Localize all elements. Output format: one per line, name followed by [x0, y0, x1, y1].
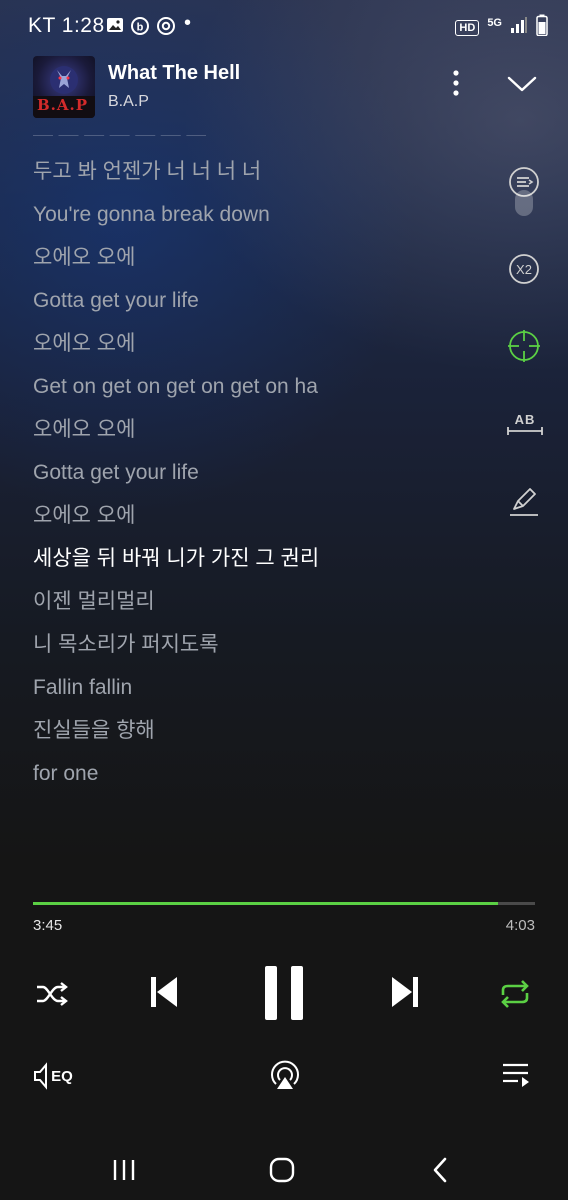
- lyric-line[interactable]: Get on get on get on get on ha: [33, 365, 493, 408]
- lyric-line[interactable]: for one: [33, 752, 493, 795]
- lyric-line[interactable]: 오에오 오에: [33, 494, 493, 537]
- pause-icon: [265, 966, 303, 1020]
- next-button[interactable]: [383, 970, 427, 1014]
- home-button[interactable]: [262, 1150, 302, 1190]
- album-art-logo: B.A.P: [37, 96, 89, 114]
- recent-apps-button[interactable]: [104, 1150, 144, 1190]
- gallery-icon: [106, 16, 126, 36]
- lyric-line-active[interactable]: 세상을 뒤 바꿔 니가 가진 그 권리: [33, 537, 493, 580]
- speaker-icon: [34, 1062, 48, 1090]
- album-art[interactable]: B.A.P: [33, 56, 95, 118]
- airplay-icon: [271, 1060, 299, 1089]
- lyric-line[interactable]: 진실들을 향해: [33, 709, 493, 752]
- chrome-icon: [156, 16, 176, 36]
- progress-fill: [33, 902, 498, 905]
- lyric-line[interactable]: 오에오 오에: [33, 322, 493, 365]
- svg-text:b: b: [137, 22, 144, 34]
- skip-next-icon: [392, 977, 418, 1007]
- lyrics-panel[interactable]: 두고 봐 언젠가 너 너 너 너 You're gonna break down 오…: [33, 150, 493, 795]
- ab-repeat-button[interactable]: AB: [505, 406, 545, 444]
- crosshair-icon: [508, 330, 540, 362]
- lyric-line[interactable]: 오에오 오에: [33, 236, 493, 279]
- lyric-line[interactable]: 이젠 멀리멀리: [33, 580, 493, 623]
- lyric-fade-top: — — — — — — —: [33, 124, 207, 136]
- status-bar: KT 1:28 b • HD 5G: [0, 0, 568, 56]
- queue-icon: [503, 1063, 529, 1087]
- cast-button[interactable]: [266, 1056, 304, 1094]
- song-title: What The Hell: [108, 62, 241, 84]
- more-options-button[interactable]: [442, 68, 470, 100]
- lyric-line[interactable]: Gotta get your life: [33, 279, 493, 322]
- shuffle-icon: [37, 982, 68, 1006]
- lyric-line[interactable]: 두고 봐 언젠가 너 너 너 너: [33, 150, 493, 193]
- total-time: 4:03: [505, 917, 535, 934]
- previous-button[interactable]: [142, 970, 186, 1014]
- speed-button[interactable]: X2: [505, 250, 543, 288]
- lyric-line[interactable]: Gotta get your life: [33, 451, 493, 494]
- eq-label: EQ: [51, 1067, 73, 1085]
- back-button[interactable]: [420, 1150, 460, 1190]
- equalizer-button[interactable]: EQ: [30, 1058, 76, 1094]
- lyrics-scroll-thumb[interactable]: [515, 190, 533, 216]
- shuffle-button[interactable]: [30, 972, 74, 1016]
- repeat-button[interactable]: [493, 972, 537, 1016]
- chevron-down-icon: [507, 76, 537, 92]
- home-icon: [269, 1157, 295, 1183]
- sync-lyrics-button[interactable]: [505, 327, 543, 365]
- artist-name[interactable]: B.A.P: [108, 93, 149, 111]
- highlight-button[interactable]: [505, 482, 543, 520]
- notification-dot: •: [184, 12, 192, 34]
- skip-previous-icon: [151, 977, 177, 1007]
- 5g-icon: 5G: [487, 16, 502, 29]
- lyric-line[interactable]: You're gonna break down: [33, 193, 493, 236]
- progress-bar[interactable]: [33, 902, 535, 905]
- lyric-line[interactable]: 오에오 오에: [33, 408, 493, 451]
- carrier-clock: KT 1:28: [28, 14, 105, 37]
- b-app-icon: b: [130, 16, 150, 36]
- hd-icon: HD: [455, 19, 480, 36]
- recents-icon: [113, 1160, 135, 1180]
- highlighter-icon: [510, 488, 538, 516]
- speed-label: X2: [516, 261, 532, 277]
- collapse-button[interactable]: [505, 70, 539, 98]
- playlist-button[interactable]: [498, 1058, 534, 1092]
- repeat-icon: [501, 980, 529, 1008]
- ab-label: AB: [514, 412, 536, 427]
- back-chevron-icon: [433, 1157, 447, 1183]
- lyric-line[interactable]: Fallin fallin: [33, 666, 493, 709]
- battery-icon: [536, 14, 548, 41]
- lyric-line[interactable]: 니 목소리가 퍼지도록: [33, 623, 493, 666]
- signal-icon: [510, 16, 528, 39]
- current-time: 3:45: [33, 917, 63, 934]
- pause-button[interactable]: [259, 962, 309, 1024]
